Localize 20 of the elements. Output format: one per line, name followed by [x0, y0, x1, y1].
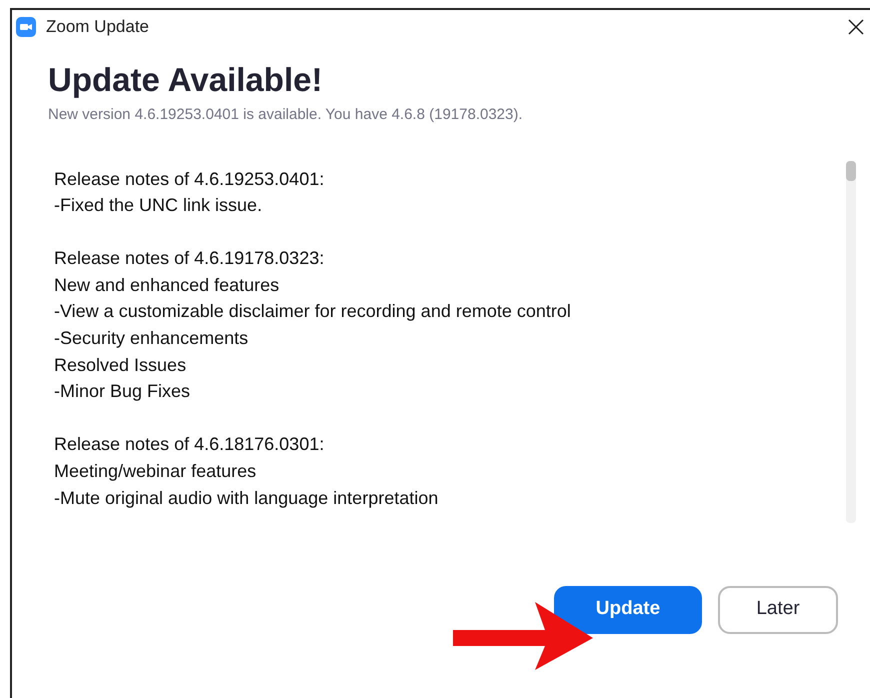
- release-note-line: -Fixed the UNC link issue.: [54, 194, 264, 218]
- release-note-line: -View a customizable disclaimer for recording and remote control: [54, 300, 572, 324]
- version-text: New version 4.6.19253.0401 is available. You have 4.6.8 (19178.0323).: [48, 105, 524, 125]
- heading: Update Available!: [48, 60, 324, 100]
- scroll-thumb[interactable]: [846, 160, 856, 180]
- release-note-line: -Minor Bug Fixes: [54, 380, 192, 404]
- release-note-line: -Security enhancements: [54, 327, 250, 350]
- update-button[interactable]: Update: [554, 586, 702, 634]
- camera-icon: [16, 17, 36, 37]
- release-note-line: Release notes of 4.6.18176.0301:: [54, 433, 326, 456]
- release-note-line: Resolved Issues: [54, 354, 188, 377]
- release-note-line: Release notes of 4.6.19178.0323:: [54, 246, 326, 270]
- release-note-line: New and enhanced features: [54, 274, 280, 297]
- later-button[interactable]: Later: [718, 586, 838, 634]
- close-icon[interactable]: [848, 19, 864, 35]
- release-note-line: Release notes of 4.6.19253.0401:: [54, 168, 326, 190]
- release-note-line: -Mute original audio with language interpretation: [54, 486, 440, 510]
- window-title: Zoom Update: [46, 16, 149, 38]
- release-note-line: Meeting/webinar features: [54, 460, 258, 483]
- scrollbar[interactable]: [846, 160, 856, 522]
